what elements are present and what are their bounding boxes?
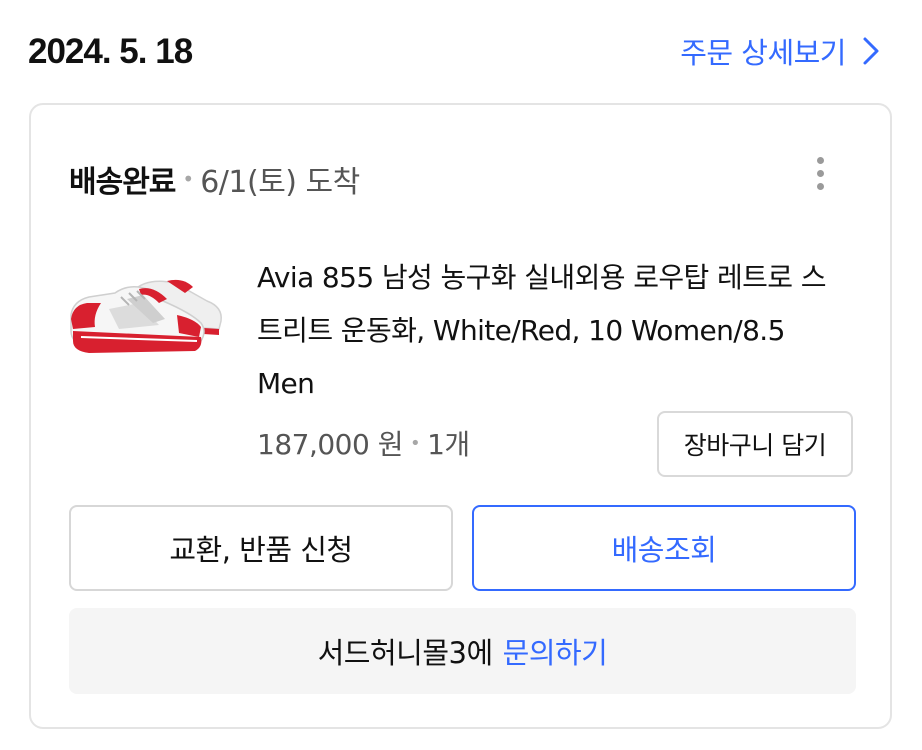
order-card: 배송완료 • 6/1(토) 도착 Avia 855 남성 농구화 실내외용 로우… <box>29 103 892 729</box>
product-price: 187,000 원 <box>257 428 403 461</box>
separator-dot: • <box>409 432 421 454</box>
more-dot-icon <box>816 170 824 177</box>
sneaker-image[interactable] <box>67 263 227 363</box>
more-dot-icon <box>816 183 824 190</box>
exchange-return-button[interactable]: 교환, 반품 신청 <box>69 505 453 591</box>
price-row: 187,000 원 • 1개 <box>257 423 470 463</box>
chevron-right-icon <box>863 37 879 65</box>
more-options-button[interactable] <box>812 157 828 197</box>
track-delivery-button[interactable]: 배송조회 <box>472 505 856 591</box>
inquiry-link[interactable]: 문의하기 <box>503 630 608 672</box>
order-date: 2024. 5. 18 <box>28 32 193 71</box>
add-to-cart-button[interactable]: 장바구니 담기 <box>657 411 853 477</box>
order-header: 2024. 5. 18 주문 상세보기 <box>28 22 894 82</box>
shipment-status: 배송완료 <box>69 165 176 200</box>
arrival-date: 6/1(토) 도착 <box>200 165 360 200</box>
product-name[interactable]: Avia 855 남성 농구화 실내외용 로우탑 레트로 스트리트 운동화, W… <box>257 251 847 410</box>
order-detail-link[interactable]: 주문 상세보기 <box>680 30 880 72</box>
seller-name: 서드허니몰3에 <box>317 636 494 670</box>
order-detail-label: 주문 상세보기 <box>680 36 846 70</box>
shipment-status-row: 배송완료 • 6/1(토) 도착 <box>69 157 360 201</box>
more-dot-icon <box>816 157 824 164</box>
separator-dot: • <box>182 167 195 191</box>
order-page: 2024. 5. 18 주문 상세보기 배송완료 • 6/1(토) 도착 Avi… <box>0 0 922 750</box>
product-quantity: 1개 <box>427 428 470 461</box>
seller-inquiry-box: 서드허니몰3에 문의하기 <box>69 608 856 694</box>
